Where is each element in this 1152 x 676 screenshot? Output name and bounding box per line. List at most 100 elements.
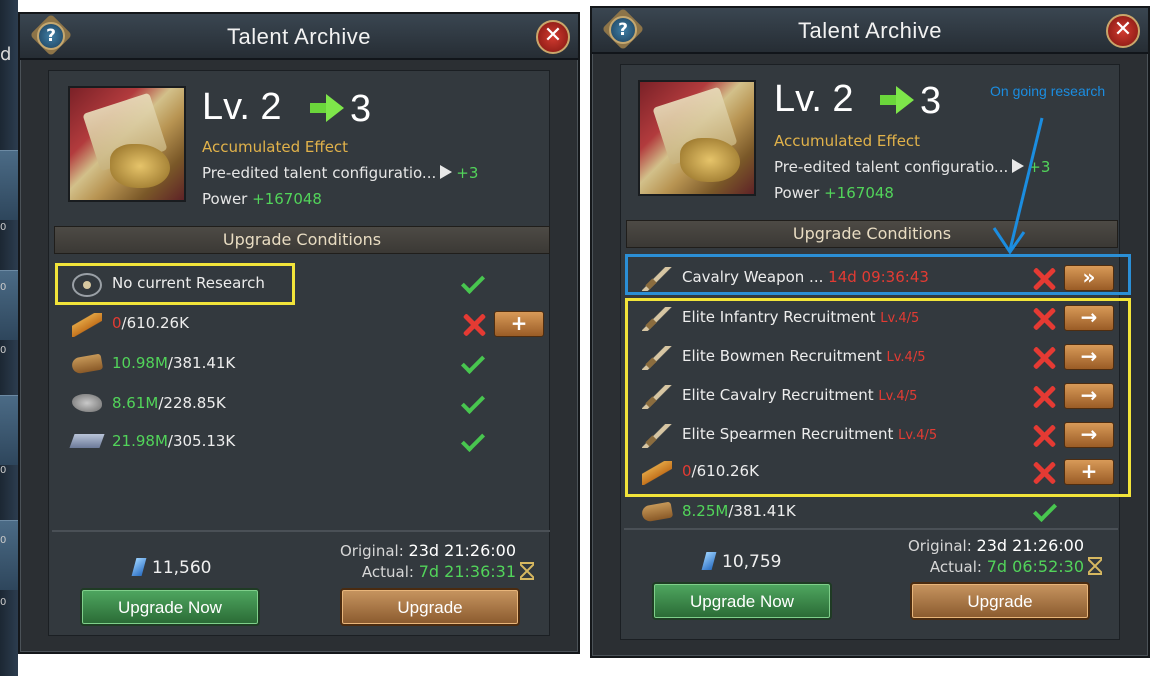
resource-need: /228.85K (158, 394, 226, 412)
actual-time-line: Actual: 7d 21:36:31 (320, 562, 534, 581)
divider (624, 528, 1118, 530)
power-line: Power +167048 (202, 190, 322, 208)
background-tile (0, 395, 18, 465)
panel-title: Talent Archive (798, 18, 942, 43)
wood-icon (70, 353, 104, 375)
title-bar: ? Talent Archive ✕ (592, 8, 1148, 54)
original-time: 23d 21:26:00 (976, 536, 1084, 555)
effect-bonus: +3 (456, 164, 479, 182)
talent-archive-panel-left: ? Talent Archive ✕ Lv. 2 3 Accumulated E… (18, 12, 580, 654)
original-time: 23d 21:26:00 (408, 541, 516, 560)
power-value: +167048 (252, 190, 322, 208)
resource-have: 0 (112, 314, 122, 332)
actual-time: 7d 21:36:31 (418, 562, 516, 581)
screenshot-stage: d 0 0 0 0 0 0 ? Talent Archive ✕ Lv. 2 3… (0, 0, 1152, 676)
level-next: 3 (920, 80, 942, 122)
background-tile (0, 150, 18, 220)
resource-row-wood: 10.98M/381.41K (60, 349, 540, 380)
highlight-ongoing-research (625, 254, 1131, 295)
background-tile (0, 270, 18, 340)
actual-time-line: Actual: 7d 06:52:30 (888, 557, 1102, 576)
hourglass-icon (1088, 557, 1102, 575)
accumulated-effect-title: Accumulated Effect (774, 132, 921, 150)
x-icon (462, 313, 486, 337)
image-margin (728, 660, 1152, 676)
check-icon (460, 389, 486, 415)
resource-need: /381.41K (728, 502, 796, 520)
resource-have: 21.98M (112, 432, 168, 450)
edge-number: 0 (0, 222, 7, 233)
hourglass-icon (520, 562, 534, 580)
talent-portrait (638, 80, 756, 196)
resource-need: /305.13K (167, 432, 236, 450)
annotation-label: On going research (990, 83, 1106, 99)
background-strip (0, 0, 18, 676)
original-time-line: Original: 23d 21:26:00 (320, 541, 516, 560)
resource-have: 8.25M (682, 502, 729, 520)
edge-number: 0 (0, 597, 7, 608)
effect-text: Pre-edited talent configuratio... (202, 164, 437, 182)
gold-graphic (680, 138, 740, 182)
power-value: +167048 (824, 184, 894, 202)
edge-number: 0 (0, 345, 7, 356)
check-icon (1032, 497, 1058, 523)
edge-number: 0 (0, 465, 7, 476)
highlight-no-research (55, 263, 295, 305)
level-next: 3 (350, 88, 372, 130)
resource-need: /610.26K (121, 314, 189, 332)
original-time-line: Original: 23d 21:26:00 (888, 536, 1084, 555)
talent-portrait (68, 86, 186, 202)
resource-amount: 10.98M/381.41K (112, 354, 235, 372)
iron-icon (69, 434, 105, 448)
resource-amount: 21.98M/305.13K (112, 432, 235, 450)
actual-label: Actual: (929, 558, 982, 576)
original-label: Original: (340, 542, 404, 560)
power-line: Power +167048 (774, 184, 894, 202)
add-resource-button[interactable]: + (494, 311, 544, 337)
upgrade-button[interactable]: Upgrade (910, 582, 1090, 620)
divider (52, 530, 550, 532)
gem-count: 10,759 (722, 552, 782, 572)
gold-graphic (110, 144, 170, 188)
resource-need: /381.41K (167, 354, 236, 372)
resource-have: 10.98M (112, 354, 168, 372)
edge-number: 0 (0, 282, 7, 293)
annotation-arrow-icon (992, 117, 1044, 255)
resource-row-wood: 8.25M/381.41K (632, 497, 1122, 528)
upgrade-now-button[interactable]: Upgrade Now (80, 588, 260, 626)
upgrade-button[interactable]: Upgrade (340, 588, 520, 626)
resource-row-feather: 0/610.26K + (60, 310, 544, 340)
gem-count: 11,560 (152, 558, 212, 578)
edge-letter: d (0, 44, 12, 65)
resource-amount: 8.25M/381.41K (682, 502, 796, 520)
level-arrow-icon (880, 86, 914, 114)
power-label: Power (774, 184, 820, 202)
level-arrow-icon (310, 94, 344, 122)
effect-text: Pre-edited talent configuratio... (774, 158, 1009, 176)
resource-row-iron: 21.98M/305.13K (60, 427, 540, 458)
original-label: Original: (908, 537, 972, 555)
level-current: Lv. 2 (202, 86, 282, 128)
check-icon (460, 427, 486, 453)
close-button[interactable]: ✕ (536, 20, 570, 54)
effect-line: Pre-edited talent configuratio... +3 (202, 164, 478, 182)
stone-icon (72, 394, 102, 412)
highlight-requirements (625, 298, 1131, 497)
upgrade-conditions-header: Upgrade Conditions (54, 226, 550, 254)
feather-icon (72, 313, 102, 337)
actual-time: 7d 06:52:30 (986, 557, 1084, 576)
panel-title: Talent Archive (227, 24, 371, 49)
check-icon (460, 349, 486, 375)
check-icon (460, 269, 486, 295)
accumulated-effect-title: Accumulated Effect (202, 138, 349, 156)
power-label: Power (202, 190, 248, 208)
upgrade-now-button[interactable]: Upgrade Now (652, 582, 832, 620)
title-bar: ? Talent Archive ✕ (20, 14, 578, 60)
close-button[interactable]: ✕ (1106, 14, 1140, 48)
level-current: Lv. 2 (774, 78, 854, 120)
edge-number: 0 (0, 535, 7, 546)
background-tile (0, 520, 18, 590)
actual-label: Actual: (361, 563, 414, 581)
resource-amount: 8.61M/228.85K (112, 394, 226, 412)
resource-amount: 0/610.26K (112, 314, 189, 332)
